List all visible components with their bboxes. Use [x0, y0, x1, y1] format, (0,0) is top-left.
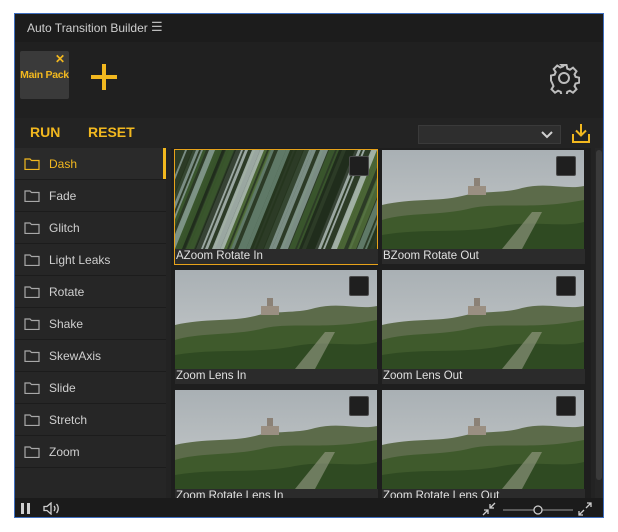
preset-card[interactable]: Zoom Rotate Lens Out — [382, 390, 585, 498]
preset-checkbox[interactable] — [556, 276, 576, 296]
preset-thumbnail[interactable] — [382, 270, 584, 369]
sidebar-item-label: Light Leaks — [49, 253, 111, 267]
grid-scrollbar[interactable] — [595, 148, 603, 498]
run-button[interactable]: RUN — [30, 124, 60, 140]
folder-icon — [24, 254, 40, 266]
pause-icon[interactable] — [20, 502, 32, 515]
category-sidebar: Dash Fade Glitch Light Leaks Rotate Shake Skew… — [15, 148, 166, 498]
hamburger-icon[interactable]: ☰ — [151, 19, 163, 35]
preview-image — [382, 150, 584, 249]
preset-thumbnail[interactable] — [175, 270, 377, 369]
folder-icon — [24, 190, 40, 202]
preview-image — [382, 270, 584, 369]
preset-label: Zoom Rotate Lens In — [175, 489, 378, 498]
sidebar-item-label: Slide — [49, 381, 76, 395]
zoom-slider[interactable] — [502, 504, 574, 516]
preset-label: Zoom Lens Out — [382, 369, 585, 384]
title-bar: Auto Transition Builder ☰ — [15, 14, 603, 42]
preset-thumbnail[interactable] — [382, 150, 584, 249]
sidebar-item-label: SkewAxis — [49, 349, 102, 363]
preset-card[interactable]: BZoom Rotate Out — [382, 150, 585, 264]
pack-label: Main Pack — [20, 69, 69, 81]
pack-tile-main[interactable]: ✕ Main Pack — [20, 51, 69, 99]
preset-label: AZoom Rotate In — [175, 249, 378, 264]
scrollbar-thumb[interactable] — [596, 150, 602, 480]
preset-checkbox[interactable] — [349, 276, 369, 296]
sidebar-item-light-leaks[interactable]: Light Leaks — [15, 244, 166, 276]
preset-card[interactable]: Zoom Rotate Lens In — [175, 390, 378, 498]
preset-label: BZoom Rotate Out — [382, 249, 585, 264]
zoom-slider-knob[interactable] — [533, 505, 543, 515]
expand-icon[interactable] — [578, 502, 592, 516]
app-window: Auto Transition Builder ☰ ✕ Main Pack RU… — [14, 13, 604, 518]
preset-checkbox[interactable] — [349, 156, 369, 176]
preset-thumbnail[interactable] — [382, 390, 584, 489]
sidebar-item-label: Fade — [49, 189, 77, 203]
folder-icon — [24, 414, 40, 426]
pack-dropdown[interactable] — [418, 125, 561, 144]
folder-icon — [24, 286, 40, 298]
sidebar-item-label: Shake — [49, 317, 84, 331]
folder-icon — [24, 382, 40, 394]
folder-icon — [24, 222, 40, 234]
sidebar-item-label: Rotate — [49, 285, 85, 299]
sidebar-item-dash[interactable]: Dash — [15, 148, 166, 180]
sidebar-item-zoom[interactable]: Zoom — [15, 436, 166, 468]
plus-icon[interactable] — [89, 62, 119, 92]
chevron-down-icon — [541, 131, 553, 139]
preview-image — [175, 270, 377, 369]
preset-checkbox[interactable] — [349, 396, 369, 416]
folder-icon — [24, 318, 40, 330]
preset-label: Zoom Rotate Lens Out — [382, 489, 585, 498]
sidebar-item-stretch[interactable]: Stretch — [15, 404, 166, 436]
preview-image — [382, 390, 584, 489]
toolbar: RUN RESET — [15, 118, 603, 148]
sidebar-item-shake[interactable]: Shake — [15, 308, 166, 340]
preset-card[interactable]: Zoom Lens Out — [382, 270, 585, 384]
pack-bar: ✕ Main Pack — [15, 42, 603, 118]
preview-image — [175, 390, 377, 489]
gear-icon[interactable] — [548, 62, 580, 94]
window-title: Auto Transition Builder — [27, 21, 148, 35]
sidebar-item-rotate[interactable]: Rotate — [15, 276, 166, 308]
folder-icon — [24, 446, 40, 458]
sidebar-item-fade[interactable]: Fade — [15, 180, 166, 212]
sidebar-item-glitch[interactable]: Glitch — [15, 212, 166, 244]
preset-checkbox[interactable] — [556, 156, 576, 176]
folder-icon — [24, 158, 40, 170]
preset-label: Zoom Lens In — [175, 369, 378, 384]
sidebar-item-label: Glitch — [49, 221, 80, 235]
volume-icon[interactable] — [43, 502, 61, 515]
preset-checkbox[interactable] — [556, 396, 576, 416]
sidebar-item-label: Dash — [49, 157, 78, 171]
preset-grid: AZoom Rotate In BZoom Rotate Out Zoom Lens… — [171, 148, 591, 498]
import-icon[interactable] — [571, 122, 591, 144]
folder-icon — [24, 350, 40, 362]
sidebar-item-label: Zoom — [49, 445, 80, 459]
reset-button[interactable]: RESET — [88, 124, 135, 140]
preview-image — [175, 150, 377, 249]
preset-card[interactable]: Zoom Lens In — [175, 270, 378, 384]
sidebar-item-skewaxis[interactable]: SkewAxis — [15, 340, 166, 372]
preset-thumbnail[interactable] — [175, 390, 377, 489]
sidebar-item-label: Stretch — [49, 413, 88, 427]
preset-card[interactable]: AZoom Rotate In — [174, 149, 378, 265]
close-icon[interactable]: ✕ — [55, 52, 65, 66]
sidebar-item-slide[interactable]: Slide — [15, 372, 166, 404]
preset-thumbnail[interactable] — [175, 150, 377, 249]
bottom-bar — [15, 498, 603, 517]
shrink-icon[interactable] — [482, 502, 496, 516]
